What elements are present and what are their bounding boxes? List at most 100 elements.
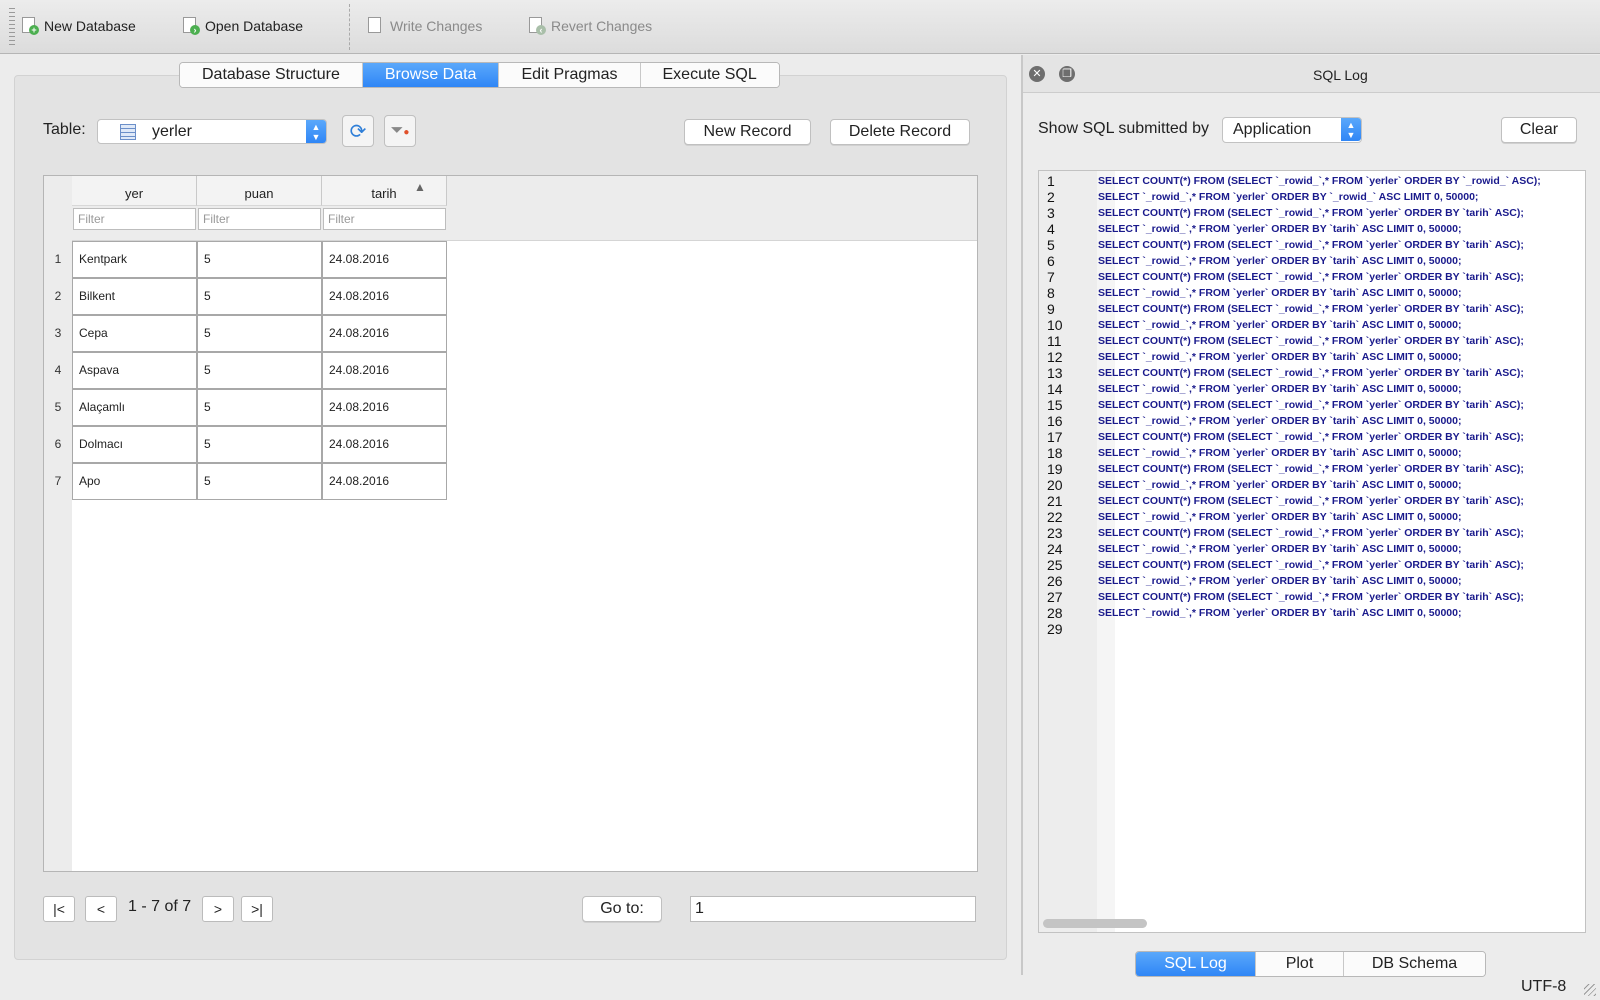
close-icon[interactable]: ✕ bbox=[1029, 66, 1045, 82]
column-header-tarih[interactable]: tarih bbox=[322, 176, 447, 206]
refresh-button[interactable]: ⟳ bbox=[342, 115, 374, 147]
resize-grip-icon[interactable] bbox=[1584, 984, 1596, 996]
revert-changes-label: Revert Changes bbox=[551, 18, 653, 34]
goto-input[interactable]: 1 bbox=[690, 896, 976, 922]
line-number: 26 bbox=[1047, 573, 1063, 589]
table-cell-puan[interactable]: 5 bbox=[197, 463, 322, 500]
tab-sql-log[interactable]: SQL Log bbox=[1136, 952, 1256, 976]
line-number: 13 bbox=[1047, 365, 1063, 381]
table-select[interactable]: yerler ▲ ▼ bbox=[97, 119, 327, 144]
sql-log-title: SQL Log bbox=[1313, 67, 1368, 83]
table-cell-yer[interactable]: Aspava bbox=[72, 352, 197, 389]
table-cell-yer[interactable]: Bilkent bbox=[72, 278, 197, 315]
refresh-icon: ⟳ bbox=[349, 120, 367, 143]
table-cell-yer[interactable]: Dolmacı bbox=[72, 426, 197, 463]
line-number: 4 bbox=[1047, 221, 1055, 237]
table-cell-tarih[interactable]: 24.08.2016 bbox=[322, 426, 447, 463]
row-number[interactable]: 4 bbox=[44, 352, 72, 389]
sql-log-line: SELECT COUNT(*) FROM (SELECT `_rowid_`,*… bbox=[1098, 367, 1524, 379]
table-cell-tarih[interactable]: 24.08.2016 bbox=[322, 278, 447, 315]
row-number[interactable]: 5 bbox=[44, 389, 72, 426]
tab-database-structure[interactable]: Database Structure bbox=[180, 63, 363, 87]
table-cell-puan[interactable]: 5 bbox=[197, 241, 322, 278]
sql-log-editor[interactable]: 1 SELECT COUNT(*) FROM (SELECT `_rowid_`,… bbox=[1038, 170, 1586, 933]
table-cell-yer[interactable]: Alaçamlı bbox=[72, 389, 197, 426]
line-number: 6 bbox=[1047, 253, 1055, 269]
table-cell-tarih[interactable]: 24.08.2016 bbox=[322, 315, 447, 352]
table-cell-tarih[interactable]: 24.08.2016 bbox=[322, 352, 447, 389]
line-number: 9 bbox=[1047, 301, 1055, 317]
prev-page-button[interactable]: < bbox=[85, 896, 117, 922]
tab-edit-pragmas[interactable]: Edit Pragmas bbox=[499, 63, 641, 87]
delete-record-button[interactable]: Delete Record bbox=[830, 119, 970, 145]
table-cell-yer[interactable]: Kentpark bbox=[72, 241, 197, 278]
next-page-button[interactable]: > bbox=[202, 896, 234, 922]
submitted-by-select[interactable]: Application ▲ ▼ bbox=[1222, 117, 1362, 143]
filter-input-yer[interactable]: Filter bbox=[73, 208, 196, 230]
row-number[interactable]: 7 bbox=[44, 463, 72, 500]
tab-execute-sql[interactable]: Execute SQL bbox=[640, 63, 779, 87]
new-database-button[interactable]: + New Database bbox=[22, 14, 136, 38]
tab-browse-data[interactable]: Browse Data bbox=[362, 63, 500, 87]
table-cell-puan[interactable]: 5 bbox=[197, 315, 322, 352]
row-number[interactable]: 6 bbox=[44, 426, 72, 463]
open-database-icon: › bbox=[183, 17, 200, 35]
line-number: 27 bbox=[1047, 589, 1063, 605]
sql-log-line: SELECT COUNT(*) FROM (SELECT `_rowid_`,*… bbox=[1098, 431, 1524, 443]
table-icon bbox=[120, 123, 136, 140]
first-page-button[interactable]: |< bbox=[43, 896, 75, 922]
goto-button[interactable]: Go to: bbox=[582, 896, 662, 922]
open-database-button[interactable]: › Open Database bbox=[183, 14, 303, 38]
sql-log-line: SELECT COUNT(*) FROM (SELECT `_rowid_`,*… bbox=[1098, 495, 1524, 507]
table-cell-tarih[interactable]: 24.08.2016 bbox=[322, 463, 447, 500]
pane-splitter[interactable] bbox=[1021, 55, 1023, 975]
table-cell-puan[interactable]: 5 bbox=[197, 426, 322, 463]
row-number[interactable]: 2 bbox=[44, 278, 72, 315]
toolbar-grip[interactable] bbox=[9, 8, 15, 46]
last-page-button[interactable]: >| bbox=[241, 896, 273, 922]
line-number: 19 bbox=[1047, 461, 1063, 477]
filter-input-puan[interactable]: Filter bbox=[198, 208, 321, 230]
line-number: 22 bbox=[1047, 509, 1063, 525]
table-cell-yer[interactable]: Cepa bbox=[72, 315, 197, 352]
clear-filters-button[interactable]: ⏷● bbox=[384, 115, 416, 147]
write-changes-button[interactable]: Write Changes bbox=[368, 14, 482, 38]
table-cell-puan[interactable]: 5 bbox=[197, 278, 322, 315]
sql-log-line: SELECT `_rowid_`,* FROM `yerler` ORDER B… bbox=[1098, 351, 1462, 363]
line-number: 28 bbox=[1047, 605, 1063, 621]
sql-log-line: SELECT COUNT(*) FROM (SELECT `_rowid_`,*… bbox=[1098, 463, 1524, 475]
write-changes-label: Write Changes bbox=[390, 18, 483, 34]
sql-log-line: SELECT COUNT(*) FROM (SELECT `_rowid_`,*… bbox=[1098, 175, 1541, 187]
column-header-yer[interactable]: yer bbox=[72, 176, 197, 206]
column-header-puan[interactable]: puan bbox=[197, 176, 322, 206]
sql-log-line: SELECT `_rowid_`,* FROM `yerler` ORDER B… bbox=[1098, 447, 1462, 459]
main-toolbar: + New Database › Open Database Write Cha… bbox=[0, 0, 1600, 54]
write-changes-icon bbox=[368, 17, 384, 35]
clear-log-button[interactable]: Clear bbox=[1501, 117, 1577, 143]
table-cell-tarih[interactable]: 24.08.2016 bbox=[322, 241, 447, 278]
table-cell-tarih[interactable]: 24.08.2016 bbox=[322, 389, 447, 426]
line-number: 10 bbox=[1047, 317, 1063, 333]
new-database-icon: + bbox=[22, 17, 39, 35]
table-cell-puan[interactable]: 5 bbox=[197, 389, 322, 426]
table-select-value: yerler bbox=[152, 122, 193, 140]
horizontal-scrollbar[interactable] bbox=[1043, 919, 1147, 928]
table-cell-yer[interactable]: Apo bbox=[72, 463, 197, 500]
submitted-by-value: Application bbox=[1233, 121, 1312, 138]
row-number[interactable]: 1 bbox=[44, 241, 72, 278]
sql-log-line: SELECT COUNT(*) FROM (SELECT `_rowid_`,*… bbox=[1098, 239, 1524, 251]
tab-db-schema[interactable]: DB Schema bbox=[1344, 952, 1485, 976]
line-number: 12 bbox=[1047, 349, 1063, 365]
new-record-button[interactable]: New Record bbox=[684, 119, 811, 145]
tab-plot[interactable]: Plot bbox=[1256, 952, 1344, 976]
table-label: Table: bbox=[43, 121, 86, 138]
table-cell-puan[interactable]: 5 bbox=[197, 352, 322, 389]
sql-log-line: SELECT `_rowid_`,* FROM `yerler` ORDER B… bbox=[1098, 287, 1462, 299]
float-icon[interactable]: ❐ bbox=[1059, 66, 1075, 82]
show-sql-label: Show SQL submitted by bbox=[1038, 120, 1210, 137]
filter-input-tarih[interactable]: Filter bbox=[323, 208, 446, 230]
revert-changes-button[interactable]: ‹ Revert Changes bbox=[529, 14, 652, 38]
sql-log-line: SELECT `_rowid_`,* FROM `yerler` ORDER B… bbox=[1098, 383, 1462, 395]
row-number[interactable]: 3 bbox=[44, 315, 72, 352]
sql-log-line: SELECT `_rowid_`,* FROM `yerler` ORDER B… bbox=[1098, 607, 1462, 619]
